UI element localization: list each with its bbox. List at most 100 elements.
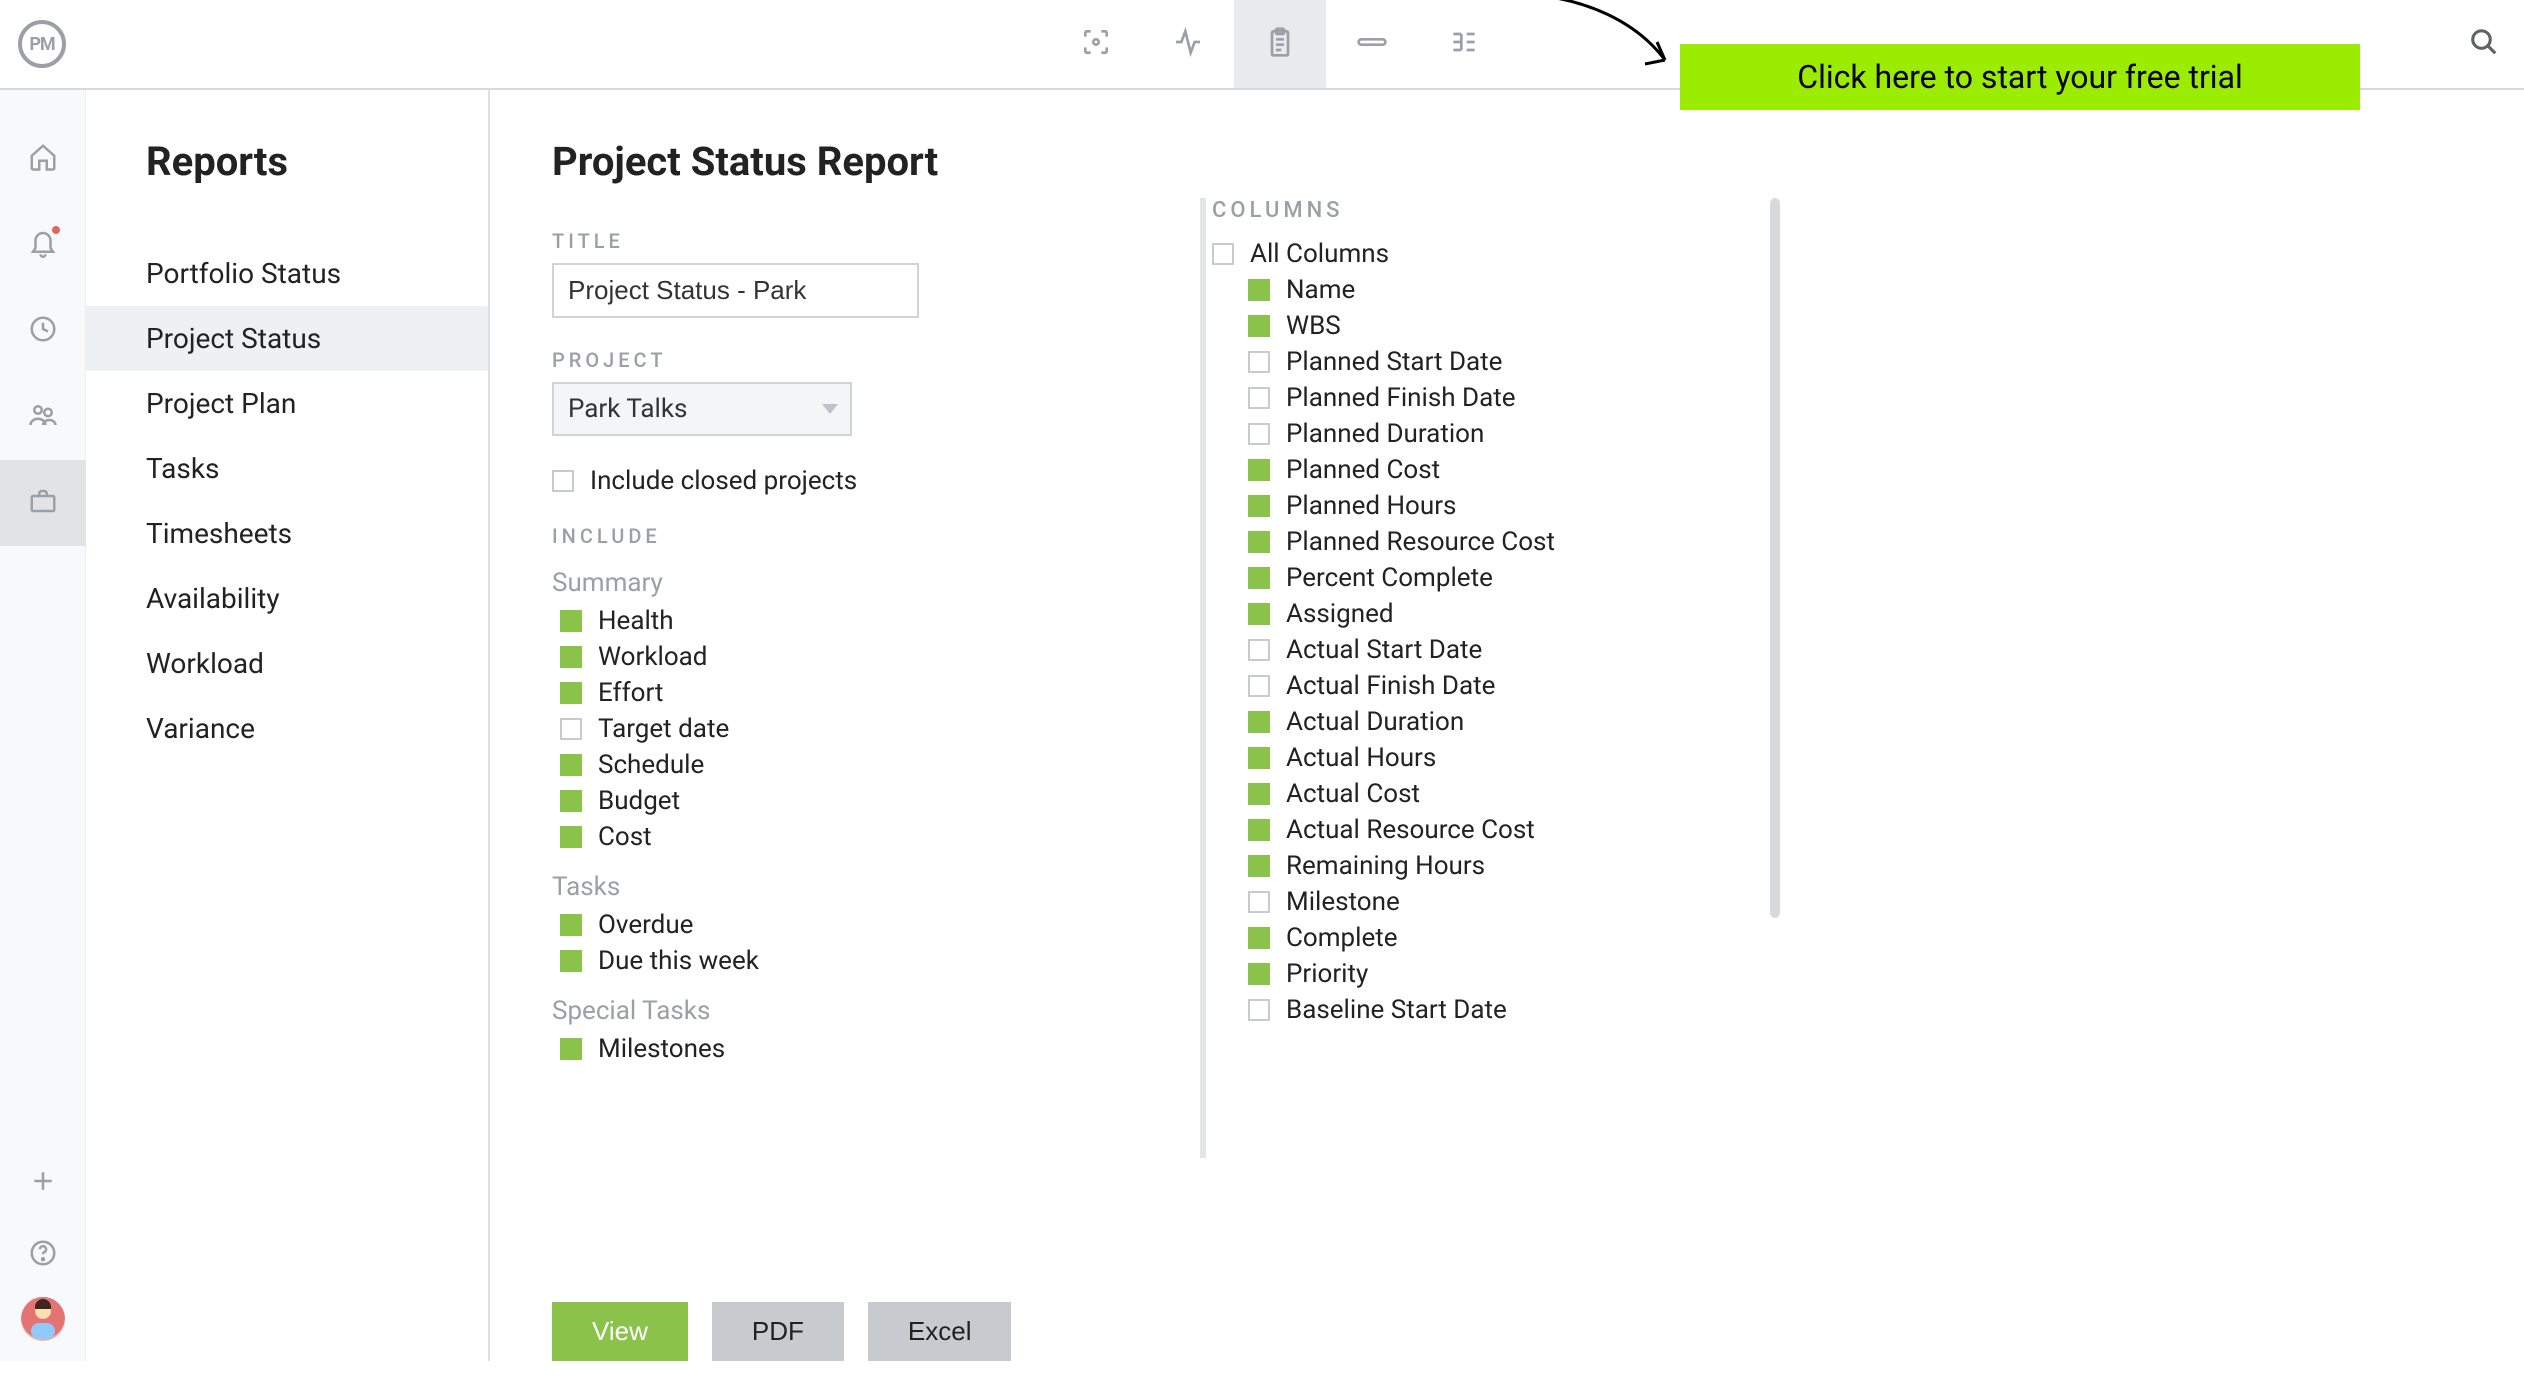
report-title-input[interactable]	[552, 263, 919, 318]
column-complete-checkbox[interactable]: Complete	[1248, 923, 1780, 953]
checkbox-icon	[1248, 675, 1270, 697]
top-tab-clipboard[interactable]	[1234, 0, 1326, 88]
column-actual-duration-checkbox[interactable]: Actual Duration	[1248, 707, 1780, 737]
sidebar-item-project-plan[interactable]: Project Plan	[146, 371, 488, 436]
checkbox-icon	[1248, 531, 1270, 553]
checkbox-label: Effort	[598, 678, 663, 708]
column-actual-cost-checkbox[interactable]: Actual Cost	[1248, 779, 1780, 809]
checkbox-label: All Columns	[1250, 239, 1389, 269]
checkbox-icon	[560, 826, 582, 848]
search-button[interactable]	[2464, 24, 2504, 64]
rail-recent[interactable]	[0, 288, 86, 374]
column-planned-hours-checkbox[interactable]: Planned Hours	[1248, 491, 1780, 521]
rail-bottom-group	[0, 1147, 86, 1361]
column-all-checkbox[interactable]: All Columns	[1212, 239, 1780, 269]
checkbox-icon	[1248, 423, 1270, 445]
column-planned-resource-cost-checkbox[interactable]: Planned Resource Cost	[1248, 527, 1780, 557]
include-summary-schedule-checkbox[interactable]: Schedule	[560, 750, 1202, 780]
column-name-checkbox[interactable]: Name	[1248, 275, 1780, 305]
sidebar-item-variance[interactable]: Variance	[146, 696, 488, 761]
activity-icon	[1172, 26, 1204, 62]
column-wbs-checkbox[interactable]: WBS	[1248, 311, 1780, 341]
sidebar-item-workload[interactable]: Workload	[146, 631, 488, 696]
rail-portfolio[interactable]	[0, 460, 86, 546]
include-summary-target-date-checkbox[interactable]: Target date	[560, 714, 1202, 744]
include-closed-checkbox[interactable]: Include closed projects	[552, 466, 1202, 496]
rail-help[interactable]	[0, 1219, 86, 1291]
excel-button[interactable]: Excel	[868, 1302, 1012, 1361]
top-tab-activity[interactable]	[1142, 0, 1234, 88]
column-actual-finish-date-checkbox[interactable]: Actual Finish Date	[1248, 671, 1780, 701]
checkbox-label: Milestones	[598, 1034, 725, 1064]
column-planned-finish-date-checkbox[interactable]: Planned Finish Date	[1248, 383, 1780, 413]
include-summary-effort-checkbox[interactable]: Effort	[560, 678, 1202, 708]
project-select[interactable]: Park Talks	[552, 382, 852, 436]
sidebar-item-availability[interactable]: Availability	[146, 566, 488, 631]
column-percent-complete-checkbox[interactable]: Percent Complete	[1248, 563, 1780, 593]
top-tab-hierarchy[interactable]	[1418, 0, 1510, 88]
sidebar-item-portfolio-status[interactable]: Portfolio Status	[146, 241, 488, 306]
checkbox-label: Workload	[598, 642, 707, 672]
columns-section-label: COLUMNS	[1212, 198, 1780, 223]
columns-scrollbar[interactable]	[1770, 198, 1780, 1158]
user-avatar[interactable]	[21, 1297, 65, 1341]
checkbox-label: Actual Hours	[1286, 743, 1436, 773]
top-tab-link[interactable]	[1326, 0, 1418, 88]
checkbox-icon	[560, 754, 582, 776]
checkbox-icon	[560, 1038, 582, 1060]
checkbox-icon	[1248, 711, 1270, 733]
sidebar-item-project-status[interactable]: Project Status	[86, 306, 488, 371]
export-actions: View PDF Excel	[552, 1302, 1011, 1361]
checkbox-icon	[1248, 639, 1270, 661]
checkbox-label: Baseline Start Date	[1286, 995, 1507, 1025]
scrollbar-thumb[interactable]	[1770, 198, 1780, 918]
checkbox-icon	[1248, 783, 1270, 805]
checkbox-label: Remaining Hours	[1286, 851, 1485, 881]
column-planned-duration-checkbox[interactable]: Planned Duration	[1248, 419, 1780, 449]
column-planned-cost-checkbox[interactable]: Planned Cost	[1248, 455, 1780, 485]
include-summary-health-checkbox[interactable]: Health	[560, 606, 1202, 636]
checkbox-label: Actual Resource Cost	[1286, 815, 1535, 845]
checkbox-label: Milestone	[1286, 887, 1400, 917]
rail-add[interactable]	[0, 1147, 86, 1219]
include-closed-label: Include closed projects	[590, 466, 857, 496]
column-baseline-start-date-checkbox[interactable]: Baseline Start Date	[1248, 995, 1780, 1025]
checkbox-label: Planned Cost	[1286, 455, 1440, 485]
column-actual-resource-cost-checkbox[interactable]: Actual Resource Cost	[1248, 815, 1780, 845]
column-actual-hours-checkbox[interactable]: Actual Hours	[1248, 743, 1780, 773]
include-summary-workload-checkbox[interactable]: Workload	[560, 642, 1202, 672]
top-bar: PM Click here	[0, 0, 2524, 90]
view-button[interactable]: View	[552, 1302, 688, 1361]
columns-list: All Columns Name WBS Planned Start Date Plan…	[1212, 239, 1780, 1025]
include-special-milestones-checkbox[interactable]: Milestones	[560, 1034, 1202, 1064]
checkbox-label: Actual Duration	[1286, 707, 1464, 737]
checkbox-label: Actual Start Date	[1286, 635, 1482, 665]
checkbox-label: Target date	[598, 714, 729, 744]
column-priority-checkbox[interactable]: Priority	[1248, 959, 1780, 989]
checkbox-icon	[1248, 459, 1270, 481]
sidebar-item-tasks[interactable]: Tasks	[146, 436, 488, 501]
include-tasks-due-this-week-checkbox[interactable]: Due this week	[560, 946, 1202, 976]
checkbox-icon	[1248, 963, 1270, 985]
checkbox-icon	[1212, 243, 1234, 265]
rail-notifications[interactable]	[0, 202, 86, 288]
summary-group-heading: Summary	[552, 568, 1202, 598]
avatar-icon	[21, 1297, 65, 1341]
rail-team[interactable]	[0, 374, 86, 460]
checkbox-label: Schedule	[598, 750, 704, 780]
checkbox-label: Planned Resource Cost	[1286, 527, 1555, 557]
column-assigned-checkbox[interactable]: Assigned	[1248, 599, 1780, 629]
checkbox-label: Budget	[598, 786, 680, 816]
include-tasks-overdue-checkbox[interactable]: Overdue	[560, 910, 1202, 940]
column-remaining-hours-checkbox[interactable]: Remaining Hours	[1248, 851, 1780, 881]
include-summary-cost-checkbox[interactable]: Cost	[560, 822, 1202, 852]
rail-home[interactable]	[0, 116, 86, 202]
top-tab-scan[interactable]	[1050, 0, 1142, 88]
pdf-button[interactable]: PDF	[712, 1302, 844, 1361]
column-milestone-checkbox[interactable]: Milestone	[1248, 887, 1780, 917]
column-actual-start-date-checkbox[interactable]: Actual Start Date	[1248, 635, 1780, 665]
sidebar-item-timesheets[interactable]: Timesheets	[146, 501, 488, 566]
include-summary-budget-checkbox[interactable]: Budget	[560, 786, 1202, 816]
column-planned-start-date-checkbox[interactable]: Planned Start Date	[1248, 347, 1780, 377]
checkbox-label: Planned Hours	[1286, 491, 1456, 521]
